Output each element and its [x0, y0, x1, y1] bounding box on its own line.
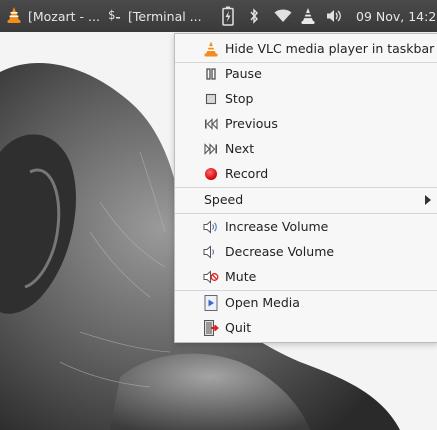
- top-panel: [Mozart - ... $ [Terminal ... 09 Nov, 14…: [0, 0, 437, 32]
- menu-item-next[interactable]: Next: [175, 137, 437, 161]
- battery-icon[interactable]: [218, 0, 238, 32]
- quit-icon: [203, 320, 219, 336]
- menu-item-stop[interactable]: Stop: [175, 87, 437, 111]
- menu-item-label: Hide VLC media player in taskbar: [225, 41, 435, 56]
- menu-item-quit[interactable]: Quit: [175, 316, 437, 340]
- wifi-icon[interactable]: [272, 0, 294, 32]
- menu-separator: [175, 213, 437, 214]
- menu-item-label: Next: [225, 141, 255, 156]
- clock[interactable]: 09 Nov, 14:20: [356, 0, 437, 32]
- menu-item-label: Pause: [225, 66, 262, 81]
- volume-icon[interactable]: [324, 0, 344, 32]
- menu-item-label: Quit: [225, 320, 252, 335]
- menu-item-label: Mute: [225, 269, 257, 284]
- next-icon: [203, 141, 219, 157]
- svg-text:$: $: [108, 8, 115, 22]
- menu-item-previous[interactable]: Previous: [175, 112, 437, 136]
- vlc-tray-icon[interactable]: [298, 0, 318, 32]
- volume-down-icon: [203, 244, 219, 260]
- vlc-cone-icon: [203, 41, 219, 57]
- taskbar-item-terminal[interactable]: $ [Terminal ...: [108, 0, 206, 32]
- menu-item-label: Increase Volume: [225, 219, 329, 234]
- vlc-cone-icon: [6, 6, 22, 27]
- stop-icon: [203, 91, 219, 107]
- menu-item-decrease-volume[interactable]: Decrease Volume: [175, 240, 437, 264]
- menu-item-open-media[interactable]: Open Media: [175, 291, 437, 315]
- menu-item-label: Stop: [225, 91, 254, 106]
- menu-item-mute[interactable]: Mute: [175, 265, 437, 289]
- menu-item-record[interactable]: Record: [175, 162, 437, 186]
- menu-item-label: Decrease Volume: [225, 244, 335, 259]
- volume-up-icon: [203, 219, 219, 235]
- menu-item-label: Open Media: [225, 295, 300, 310]
- menu-item-label: Record: [225, 166, 269, 181]
- bluetooth-icon[interactable]: [246, 0, 262, 32]
- previous-icon: [203, 116, 219, 132]
- menu-item-label: Previous: [225, 116, 278, 131]
- submenu-arrow-icon: [425, 195, 431, 205]
- terminal-icon: $: [108, 7, 122, 26]
- pause-icon: [203, 66, 219, 82]
- menu-item-pause[interactable]: Pause: [175, 62, 437, 86]
- menu-item-speed[interactable]: Speed: [175, 188, 437, 212]
- taskbar-item-vlc[interactable]: [Mozart - ...: [6, 0, 102, 32]
- vlc-tray-context-menu: Hide VLC media player in taskbar Pause S…: [174, 33, 437, 343]
- menu-item-label: Speed: [204, 192, 244, 207]
- menu-item-hide-in-taskbar[interactable]: Hide VLC media player in taskbar: [175, 37, 437, 61]
- menu-item-increase-volume[interactable]: Increase Volume: [175, 215, 437, 239]
- taskbar-item-label: [Terminal ...: [128, 8, 202, 24]
- taskbar-item-label: [Mozart - ...: [28, 8, 100, 24]
- record-icon: [203, 166, 219, 182]
- mute-icon: [203, 269, 219, 285]
- open-media-icon: [203, 295, 219, 311]
